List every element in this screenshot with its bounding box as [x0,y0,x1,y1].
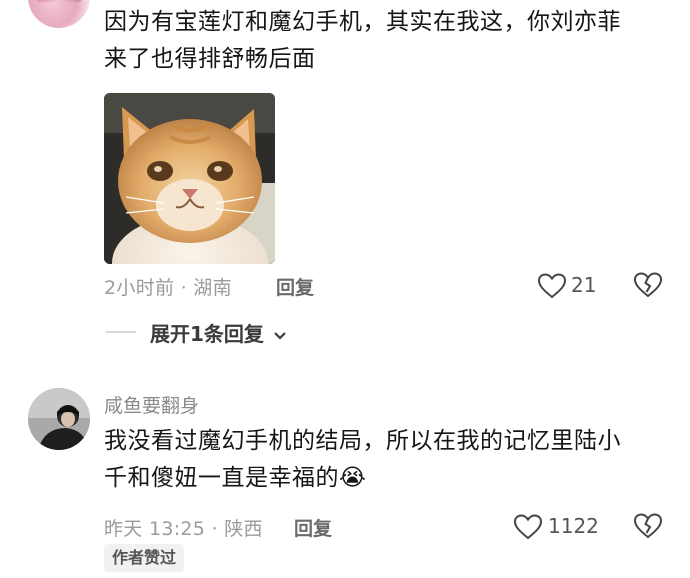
avatar[interactable] [28,388,90,450]
comment-text-line: 因为有宝莲灯和魔幻手机，其实在我这，你刘亦菲 [104,9,621,35]
dislike-button[interactable] [633,272,663,300]
dislike-button[interactable] [633,513,663,541]
reply-button[interactable]: 回复 [276,273,314,300]
like-count: 1122 [548,514,599,538]
comment-text-line-wrap: 千和傻妞一直是幸福的😭 [104,460,679,497]
comment-time-location: 2小时前 · 湖南 [104,277,232,299]
like-button[interactable]: 21 [538,272,598,300]
avatar-image [28,388,90,450]
like-count: 21 [571,273,597,297]
comment-text-line: 千和傻妞一直是幸福的 [104,465,339,491]
username[interactable]: 咸鱼要翻身 [104,391,199,418]
reply-button[interactable]: 回复 [294,514,332,541]
heart-outline-icon [538,273,566,299]
avatar[interactable] [28,0,90,28]
like-button[interactable]: 1122 [514,513,614,541]
comment-text: 因为有宝莲灯和魔幻手机，其实在我这，你刘亦菲 来了也得排舒畅后面 [104,4,679,78]
comment-text: 我没看过魔幻手机的结局，所以在我的记忆里陆小 千和傻妞一直是幸福的😭 [104,423,679,497]
divider [106,331,136,333]
broken-heart-icon [633,513,663,539]
comment-time-location: 昨天 13:25 · 陕西 [104,518,263,540]
expand-replies-button[interactable]: 展开1条回复 [150,318,287,347]
broken-heart-icon [633,272,663,298]
cat-image[interactable] [104,93,275,264]
chevron-down-icon [274,331,286,340]
cat-image-drawing [104,93,275,264]
comment-text-line: 我没看过魔幻手机的结局，所以在我的记忆里陆小 [104,428,621,454]
comment-text-line: 来了也得排舒畅后面 [104,46,316,72]
heart-outline-icon [514,514,542,540]
expand-replies-label: 展开1条回复 [150,322,264,346]
crying-emoji: 😭 [339,465,367,491]
author-liked-badge: 作者赞过 [104,544,185,572]
